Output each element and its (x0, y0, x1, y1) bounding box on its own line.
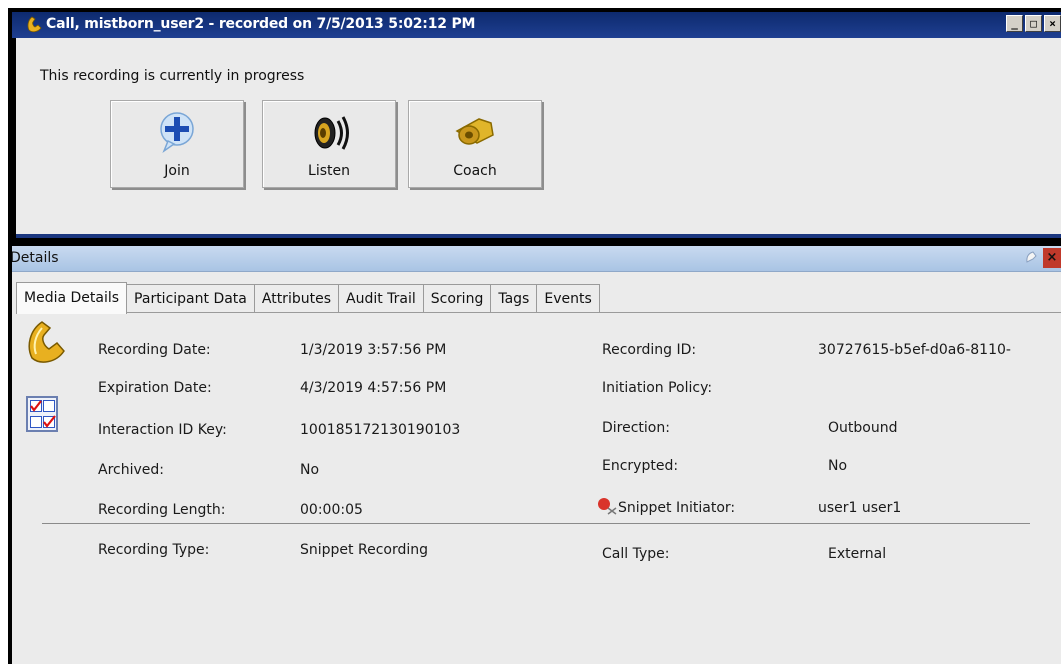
encrypted-label: Encrypted: (602, 458, 679, 474)
speaker-icon (305, 109, 353, 161)
details-close-button[interactable]: × (1043, 248, 1061, 268)
tab-events[interactable]: Events (536, 284, 600, 312)
details-tabs: Media Details Participant Data Attribute… (16, 282, 600, 314)
tab-attributes[interactable]: Attributes (253, 284, 339, 312)
tab-underline (16, 312, 1061, 313)
recording-id-value: 30727615-b5ef-d0a6-8110- (818, 342, 1011, 358)
expiration-date-label: Expiration Date: (98, 380, 212, 396)
tab-participant-data[interactable]: Participant Data (126, 284, 255, 312)
interaction-id-key-value: 100185172130190103 (300, 422, 461, 438)
window-title: Call, mistborn_user2 - recorded on 7/5/2… (46, 16, 476, 32)
recording-type-label: Recording Type: (98, 542, 210, 558)
recording-status-panel: This recording is currently in progress … (16, 38, 1061, 234)
snippet-initiator-label: Snippet Initiator: (618, 500, 736, 516)
archived-value: No (300, 462, 320, 478)
join-button-label: Join (164, 163, 190, 179)
window-titlebar[interactable]: Call, mistborn_user2 - recorded on 7/5/2… (12, 12, 1061, 38)
recording-id-label: Recording ID: (602, 342, 697, 358)
recording-date-value: 1/3/2019 3:57:56 PM (300, 342, 447, 358)
coach-button-label: Coach (453, 163, 497, 179)
panel-divider-shadow (16, 238, 1061, 242)
recording-date-label: Recording Date: (98, 342, 211, 358)
call-type-label: Call Type: (602, 546, 670, 562)
recording-length-value: 00:00:05 (300, 502, 363, 518)
call-type-value: External (828, 546, 887, 562)
pin-icon[interactable] (1025, 250, 1039, 266)
listen-button-label: Listen (308, 163, 350, 179)
maximize-button[interactable]: □ (1025, 15, 1042, 32)
recording-length-label: Recording Length: (98, 502, 226, 518)
phone-icon (26, 15, 44, 37)
whistle-icon (451, 109, 499, 157)
details-content: Media Details Participant Data Attribute… (12, 272, 1061, 664)
close-button[interactable]: × (1044, 15, 1061, 32)
details-header: Details × (8, 246, 1061, 272)
join-button[interactable]: Join (110, 100, 244, 188)
recording-status-text: This recording is currently in progress (40, 68, 305, 84)
tab-scoring[interactable]: Scoring (422, 284, 492, 312)
join-plus-icon (156, 109, 198, 161)
details-title: Details (10, 250, 59, 266)
direction-value: Outbound (828, 420, 898, 436)
coach-button[interactable]: Coach (408, 100, 542, 188)
snippet-initiator-value: user1 user1 (818, 500, 902, 516)
initiation-policy-label: Initiation Policy: (602, 380, 713, 396)
details-divider (42, 523, 1030, 524)
call-phone-icon (26, 318, 66, 368)
direction-label: Direction: (602, 420, 670, 436)
minimize-button[interactable]: _ (1006, 15, 1023, 32)
listen-button[interactable]: Listen (262, 100, 396, 188)
checklist-icon (26, 396, 58, 432)
tab-audit-trail[interactable]: Audit Trail (338, 284, 424, 312)
recording-type-value: Snippet Recording (300, 542, 428, 558)
expiration-date-value: 4/3/2019 4:57:56 PM (300, 380, 447, 396)
tab-media-details[interactable]: Media Details (16, 282, 128, 314)
interaction-id-key-label: Interaction ID Key: (98, 422, 227, 438)
archived-label: Archived: (98, 462, 164, 478)
encrypted-value: No (828, 458, 848, 474)
snippet-initiator-icon (596, 496, 618, 520)
tab-tags[interactable]: Tags (490, 284, 538, 312)
